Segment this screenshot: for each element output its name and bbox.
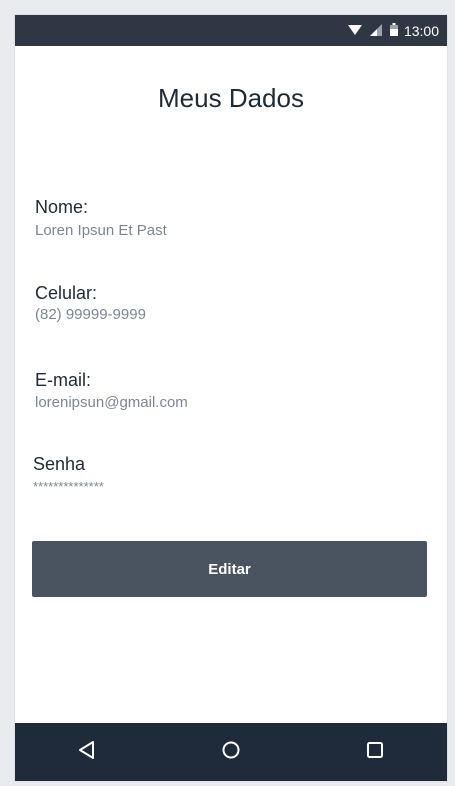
name-label: Nome: bbox=[35, 197, 89, 217]
signal-icon bbox=[369, 23, 382, 39]
phone-value: (82) 99999-9999 bbox=[35, 306, 146, 323]
phone-screen: 13:00 Meus Dados Nome: Loren Ipsun Et Pa… bbox=[15, 15, 447, 781]
recents-button[interactable] bbox=[355, 732, 395, 772]
back-icon bbox=[77, 740, 97, 765]
recents-icon bbox=[365, 740, 385, 765]
edit-button[interactable]: Editar bbox=[32, 541, 427, 597]
status-icons bbox=[347, 22, 398, 39]
back-button[interactable] bbox=[67, 732, 107, 772]
page-title: Meus Dados bbox=[158, 83, 304, 113]
battery-icon bbox=[389, 22, 398, 39]
password-label: Senha bbox=[33, 454, 86, 474]
name-value: Loren Ipsun Et Past bbox=[35, 222, 167, 239]
password-value: ************** bbox=[33, 479, 104, 494]
home-icon bbox=[221, 740, 241, 765]
email-label: E-mail: bbox=[35, 370, 92, 390]
navigation-bar bbox=[15, 723, 447, 781]
phone-label: Celular: bbox=[35, 283, 98, 303]
home-button[interactable] bbox=[211, 732, 251, 772]
status-time: 13:00 bbox=[403, 22, 439, 39]
status-bar: 13:00 bbox=[15, 15, 447, 46]
wifi-icon bbox=[347, 23, 362, 39]
email-value: lorenipsun@gmail.com bbox=[35, 394, 188, 411]
